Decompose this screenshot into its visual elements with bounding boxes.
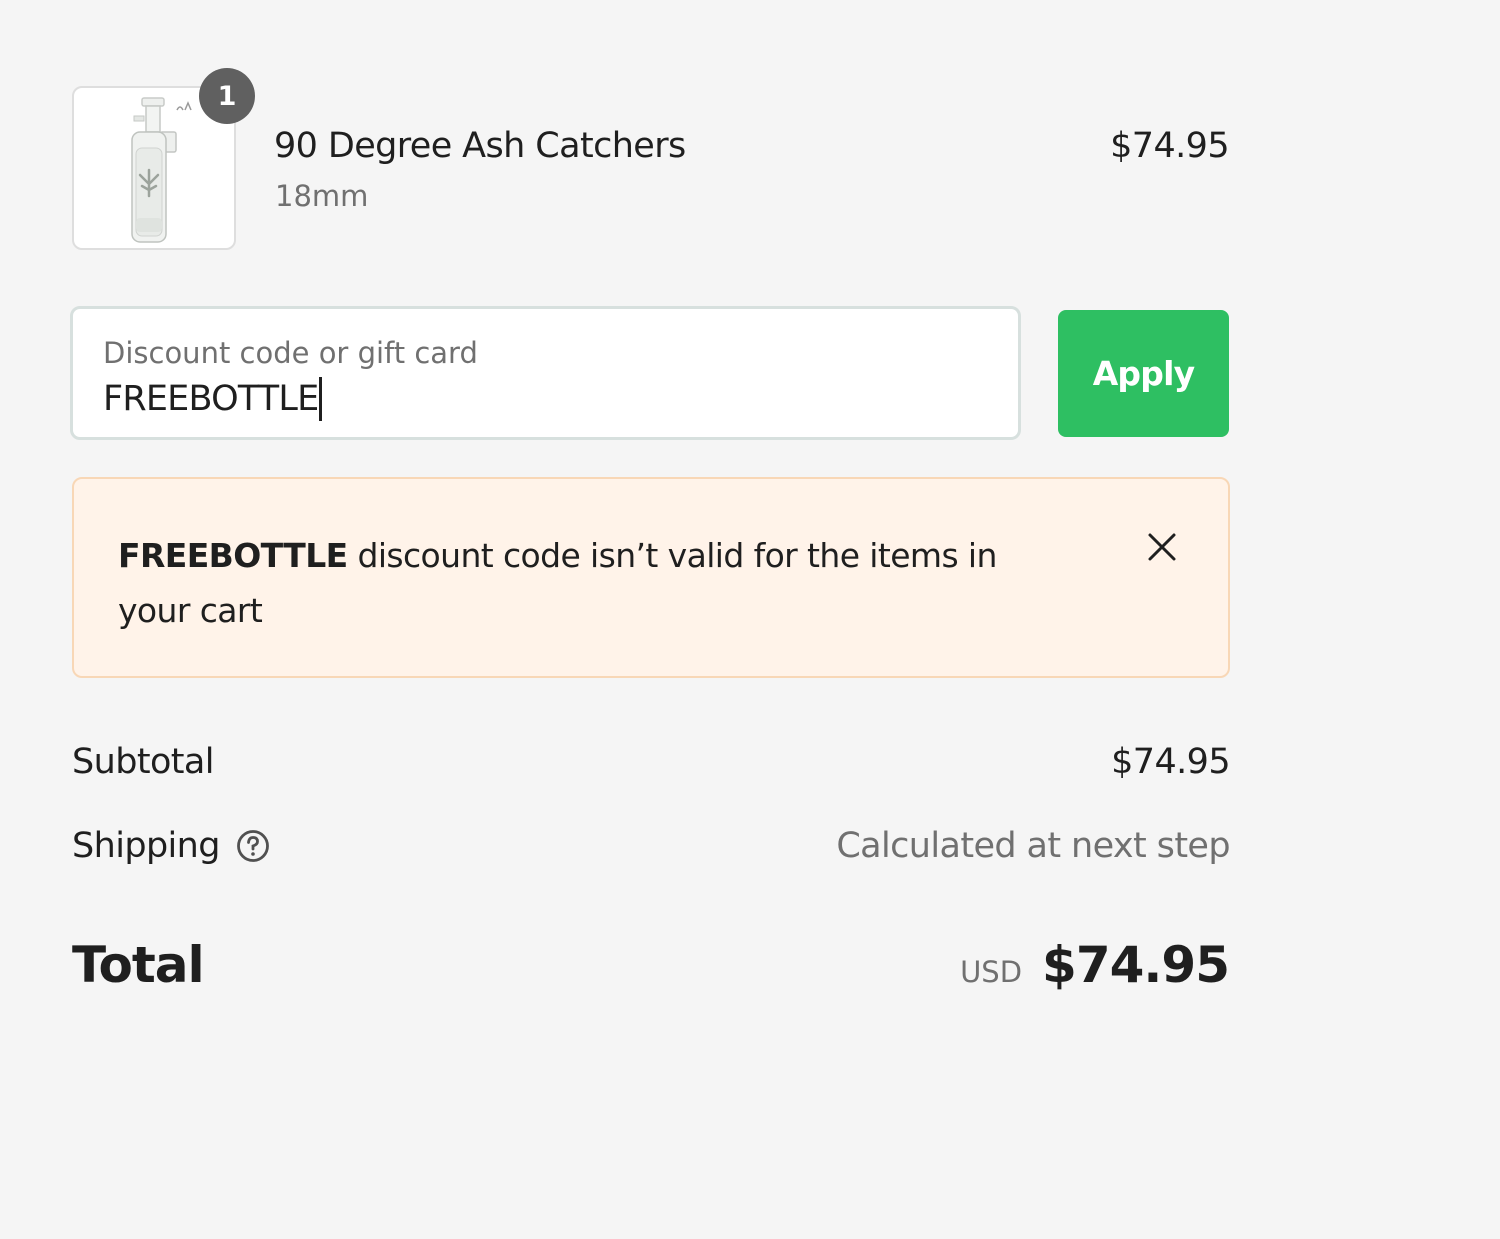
discount-code-value: FREEBOTTLE — [103, 379, 319, 419]
shipping-row-label: Shipping — [72, 824, 270, 868]
close-icon — [1148, 533, 1176, 561]
total-amount: $74.95 — [1042, 936, 1230, 994]
subtotal-label: Subtotal — [72, 742, 214, 782]
total-value: USD $74.95 — [960, 934, 1230, 996]
error-code: FREEBOTTLE — [118, 536, 348, 575]
product-name: 90 Degree Ash Catchers — [274, 126, 686, 166]
quantity-badge: 1 — [199, 68, 255, 124]
help-circle-icon[interactable] — [236, 829, 270, 863]
discount-error-banner: FREEBOTTLE discount code isn’t valid for… — [72, 477, 1230, 678]
discount-field-label: Discount code or gift card — [103, 336, 478, 370]
apply-button[interactable]: Apply — [1058, 310, 1229, 437]
discount-code-input[interactable]: FREEBOTTLE — [103, 377, 323, 421]
product-variant: 18mm — [275, 179, 369, 213]
error-message: FREEBOTTLE discount code isn’t valid for… — [118, 528, 1068, 638]
subtotal-value: $74.95 — [1111, 742, 1230, 782]
product-price: $74.95 — [1110, 126, 1229, 166]
text-caret — [319, 377, 323, 421]
total-currency: USD — [960, 955, 1023, 989]
shipping-label: Shipping — [72, 826, 220, 866]
close-error-button[interactable] — [1136, 521, 1188, 573]
shipping-value: Calculated at next step — [836, 826, 1230, 866]
total-label: Total — [72, 936, 205, 994]
discount-code-field[interactable]: Discount code or gift card FREEBOTTLE — [70, 306, 1021, 440]
